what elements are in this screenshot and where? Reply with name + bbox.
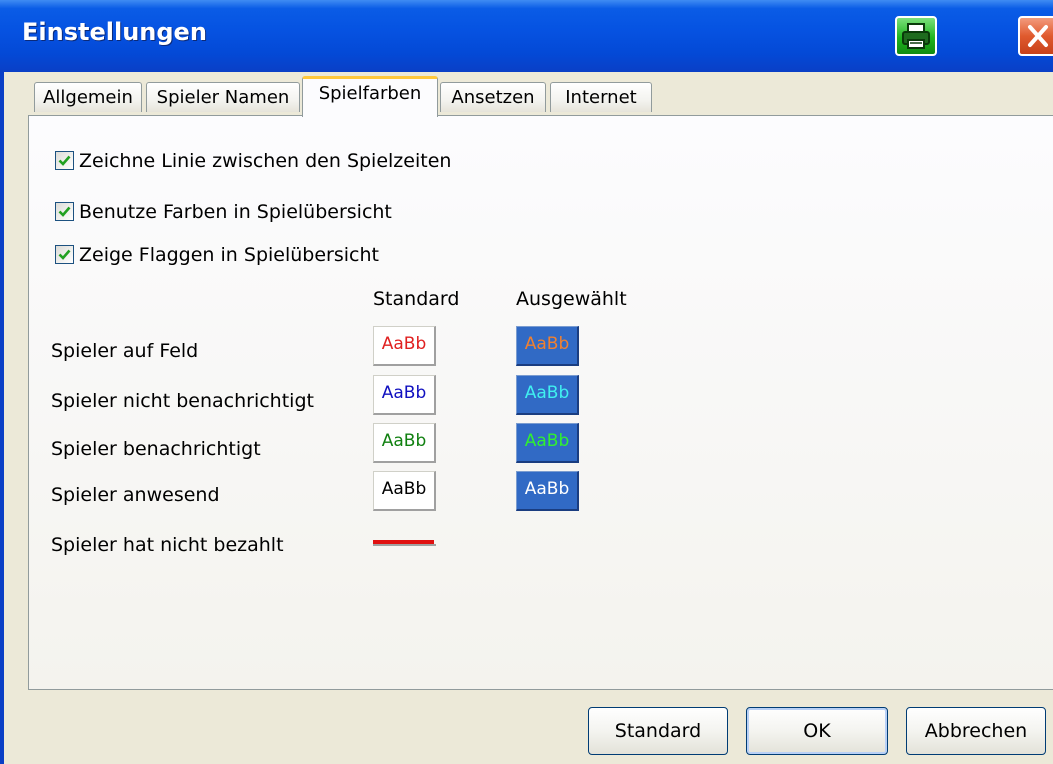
row-label-on-field: Spieler auf Feld [51,340,199,362]
checkmark-icon [58,206,71,217]
tab-internet[interactable]: Internet [550,82,652,112]
column-header-selected: Ausgewählt [516,288,627,310]
close-icon [1028,25,1048,47]
printer-icon [902,23,930,49]
use-colors-checkbox[interactable] [55,202,74,221]
column-header-standard: Standard [373,288,460,310]
swatch-selected-present[interactable]: AaBb [516,471,579,511]
tab-allgemein[interactable]: Allgemein [34,82,142,112]
swatch-standard-notified[interactable]: AaBb [373,423,436,463]
swatch-standard-present[interactable]: AaBb [373,471,436,511]
swatch-selected-not-notified[interactable]: AaBb [516,375,579,415]
checkmark-icon [58,155,71,166]
print-button[interactable] [895,16,937,56]
swatch-standard-on-field[interactable]: AaBb [373,326,436,366]
settings-dialog: Einstellungen Allgemein Spieler Namen Sp… [0,0,1053,764]
cancel-button[interactable]: Abbrechen [906,707,1046,755]
standard-button[interactable]: Standard [588,707,728,755]
title-bar[interactable]: Einstellungen [0,0,1053,72]
row-label-not-paid: Spieler hat nicht bezahlt [51,534,284,556]
checkmark-icon [58,249,71,260]
row-label-notified: Spieler benachrichtigt [51,438,261,460]
not-paid-line-swatch[interactable] [373,540,436,548]
show-flags-label: Zeige Flaggen in Spielübersicht [79,244,379,266]
not-paid-line-shadow [373,544,436,546]
swatch-selected-on-field[interactable]: AaBb [516,326,579,366]
tab-spielfarben[interactable]: Spielfarben [302,76,438,117]
row-label-present: Spieler anwesend [51,484,220,506]
tab-spieler-namen[interactable]: Spieler Namen [146,82,300,112]
draw-line-checkbox[interactable] [55,151,74,170]
swatch-standard-not-notified[interactable]: AaBb [373,375,436,415]
row-label-not-notified: Spieler nicht benachrichtigt [51,390,314,412]
show-flags-checkbox[interactable] [55,245,74,264]
use-colors-label: Benutze Farben in Spielübersicht [79,201,392,223]
tab-ansetzen[interactable]: Ansetzen [440,82,546,112]
window-title: Einstellungen [22,18,207,46]
draw-line-label: Zeichne Linie zwischen den Spielzeiten [79,150,452,172]
close-button[interactable] [1018,16,1053,56]
swatch-selected-notified[interactable]: AaBb [516,423,579,463]
tab-panel-spielfarben: Zeichne Linie zwischen den Spielzeiten B… [28,115,1053,690]
ok-button[interactable]: OK [746,707,888,755]
